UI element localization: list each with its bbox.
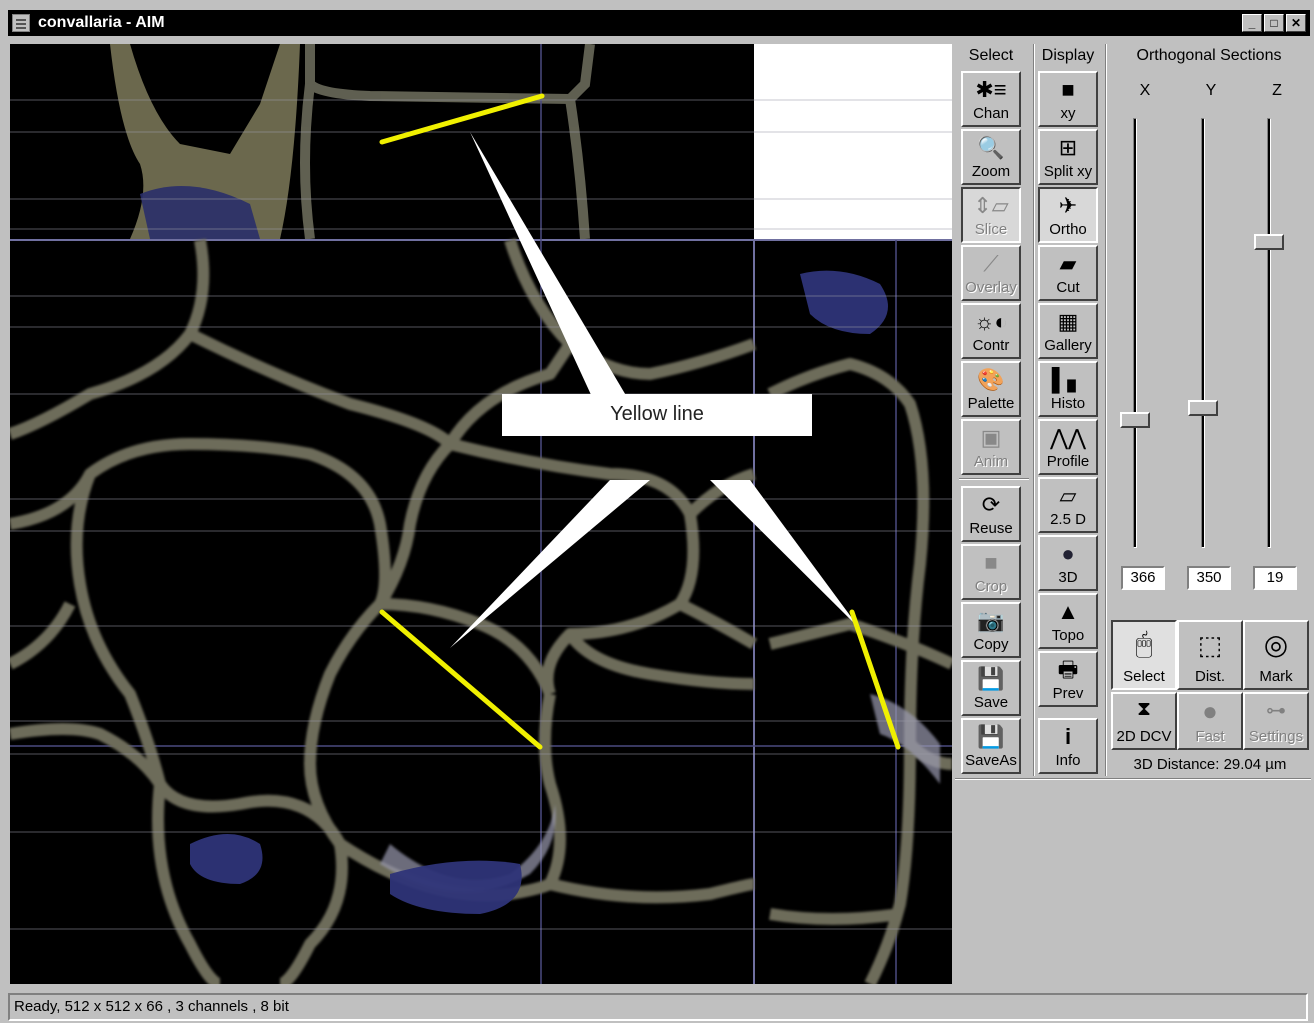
distance-button[interactable]: ⬚ Dist. bbox=[1177, 620, 1243, 690]
maximize-button[interactable]: □ bbox=[1264, 14, 1284, 32]
status-bar: Ready, 512 x 512 x 66 , 3 channels , 8 b… bbox=[8, 993, 1308, 1021]
x-value-field[interactable]: 366 bbox=[1121, 566, 1165, 590]
2d-dcv-button[interactable]: ⧗ 2D DCV bbox=[1111, 692, 1177, 750]
prev-button[interactable]: 🖶 Prev bbox=[1038, 651, 1098, 707]
sliders-icon: ⊶ bbox=[1266, 700, 1286, 722]
tool-panel: Select Display Orthogonal Sections ✱≡ Ch… bbox=[955, 44, 1311, 984]
z-axis-label: Z bbox=[1272, 82, 1282, 99]
z-slider-track[interactable] bbox=[1267, 118, 1271, 548]
y-slider-track[interactable] bbox=[1201, 118, 1205, 548]
palette-icon: 🎨 bbox=[977, 367, 1005, 392]
palette-button[interactable]: 🎨 Palette bbox=[961, 361, 1021, 417]
2-5d-button[interactable]: ▱ 2.5 D bbox=[1038, 477, 1098, 533]
y-slider-thumb[interactable] bbox=[1188, 399, 1218, 416]
microscopy-image bbox=[10, 44, 952, 984]
close-button[interactable]: ✕ bbox=[1286, 14, 1306, 32]
topography-icon: ▲ bbox=[1057, 599, 1079, 624]
floppy-icon: 💾 bbox=[977, 666, 1005, 691]
ortho-button[interactable]: ✈ Ortho bbox=[1038, 187, 1098, 243]
save-button[interactable]: 💾 Save bbox=[961, 660, 1021, 716]
display-column-header: Display bbox=[1041, 47, 1095, 64]
histo-button[interactable]: ▌▖ Histo bbox=[1038, 361, 1098, 417]
cut-button[interactable]: ▰ Cut bbox=[1038, 245, 1098, 301]
x-slider-track[interactable] bbox=[1133, 118, 1137, 548]
3d-button[interactable]: ● 3D bbox=[1038, 535, 1098, 591]
slice-button[interactable]: ⇕▱ Slice bbox=[961, 187, 1021, 243]
select-mode-button[interactable]: 🖱 Select bbox=[1111, 620, 1177, 690]
cube-icon: ⬚ bbox=[1197, 630, 1223, 660]
mark-button[interactable]: ◎ Mark bbox=[1243, 620, 1309, 690]
fast-button[interactable]: ● Fast bbox=[1177, 692, 1243, 750]
contrast-icon: ☼◐ bbox=[974, 309, 1008, 334]
window-controls: _ □ ✕ bbox=[1242, 14, 1306, 32]
x-axis-label: X bbox=[1139, 82, 1151, 99]
sphere-icon: ● bbox=[1061, 541, 1075, 566]
title-bar: convallaria - AIM _ □ ✕ bbox=[8, 10, 1310, 36]
copy-button[interactable]: 📷 Copy bbox=[961, 602, 1021, 658]
annotation-label: Yellow line bbox=[502, 394, 812, 436]
slice-icon: ⇕▱ bbox=[973, 193, 1009, 218]
z-slider-thumb[interactable] bbox=[1254, 233, 1284, 250]
stack-icon: ▱ bbox=[1059, 483, 1077, 508]
y-value-field[interactable]: 350 bbox=[1187, 566, 1231, 590]
y-axis-label: Y bbox=[1205, 82, 1217, 99]
overlay-button[interactable]: ⟋ Overlay bbox=[961, 245, 1021, 301]
animation-icon: ▣ bbox=[980, 425, 1002, 450]
topo-button[interactable]: ▲ Topo bbox=[1038, 593, 1098, 649]
anim-button[interactable]: ▣ Anim bbox=[961, 419, 1021, 475]
minimize-button[interactable]: _ bbox=[1242, 14, 1262, 32]
profile-button[interactable]: ⋀⋀ Profile bbox=[1038, 419, 1098, 475]
split-xy-button[interactable]: ⊞ Split xy bbox=[1038, 129, 1098, 185]
saveas-button[interactable]: 💾 SaveAs bbox=[961, 718, 1021, 774]
select-column-header: Select bbox=[968, 47, 1014, 64]
camera-icon: 📷 bbox=[977, 608, 1005, 633]
cut-icon: ▰ bbox=[1059, 251, 1077, 276]
target-icon: ◎ bbox=[1263, 629, 1289, 660]
channel-icon: ✱≡ bbox=[975, 77, 1007, 102]
window-title: convallaria - AIM bbox=[38, 14, 165, 31]
crop-icon: ■ bbox=[984, 550, 998, 575]
info-button[interactable]: i Info bbox=[1038, 718, 1098, 774]
hourglass-icon: ⧗ bbox=[1136, 698, 1152, 720]
zoom-button[interactable]: 🔍 Zoom bbox=[961, 129, 1021, 185]
profile-icon: ⋀⋀ bbox=[1049, 425, 1087, 450]
overlay-icon: ⟋ bbox=[983, 251, 999, 276]
gallery-icon: ▦ bbox=[1057, 309, 1079, 334]
x-slider-thumb[interactable] bbox=[1120, 411, 1150, 428]
z-value-field[interactable]: 19 bbox=[1253, 566, 1297, 590]
info-icon: i bbox=[1064, 724, 1072, 749]
printer-icon: 🖶 bbox=[1057, 657, 1079, 682]
contr-button[interactable]: ☼◐ Contr bbox=[961, 303, 1021, 359]
reuse-button[interactable]: ⟳ Reuse bbox=[961, 486, 1021, 542]
empty-region bbox=[754, 44, 952, 239]
ortho-icon: ✈ bbox=[1058, 193, 1078, 218]
ortho-header: Orthogonal Sections bbox=[1136, 47, 1282, 64]
chan-button[interactable]: ✱≡ Chan bbox=[961, 71, 1021, 127]
crop-button[interactable]: ■ Crop bbox=[961, 544, 1021, 600]
save-as-icon: 💾 bbox=[977, 724, 1005, 749]
histogram-icon: ▌▖ bbox=[1051, 367, 1085, 392]
circle-icon: ● bbox=[1202, 696, 1218, 726]
distance-readout: 3D Distance: 29.04 µm bbox=[1133, 756, 1287, 773]
reuse-icon: ⟳ bbox=[981, 492, 1001, 517]
gallery-button[interactable]: ▦ Gallery bbox=[1038, 303, 1098, 359]
xy-view-icon: ■ bbox=[1061, 77, 1075, 102]
app-icon bbox=[12, 14, 30, 32]
image-viewport[interactable]: Yellow line bbox=[10, 44, 952, 984]
xy-button[interactable]: ■ xy bbox=[1038, 71, 1098, 127]
split-icon: ⊞ bbox=[1058, 135, 1078, 160]
magnifier-icon: 🔍 bbox=[977, 135, 1005, 160]
settings-button[interactable]: ⊶ Settings bbox=[1243, 692, 1309, 750]
mouse-icon: 🖱 bbox=[1135, 628, 1153, 659]
